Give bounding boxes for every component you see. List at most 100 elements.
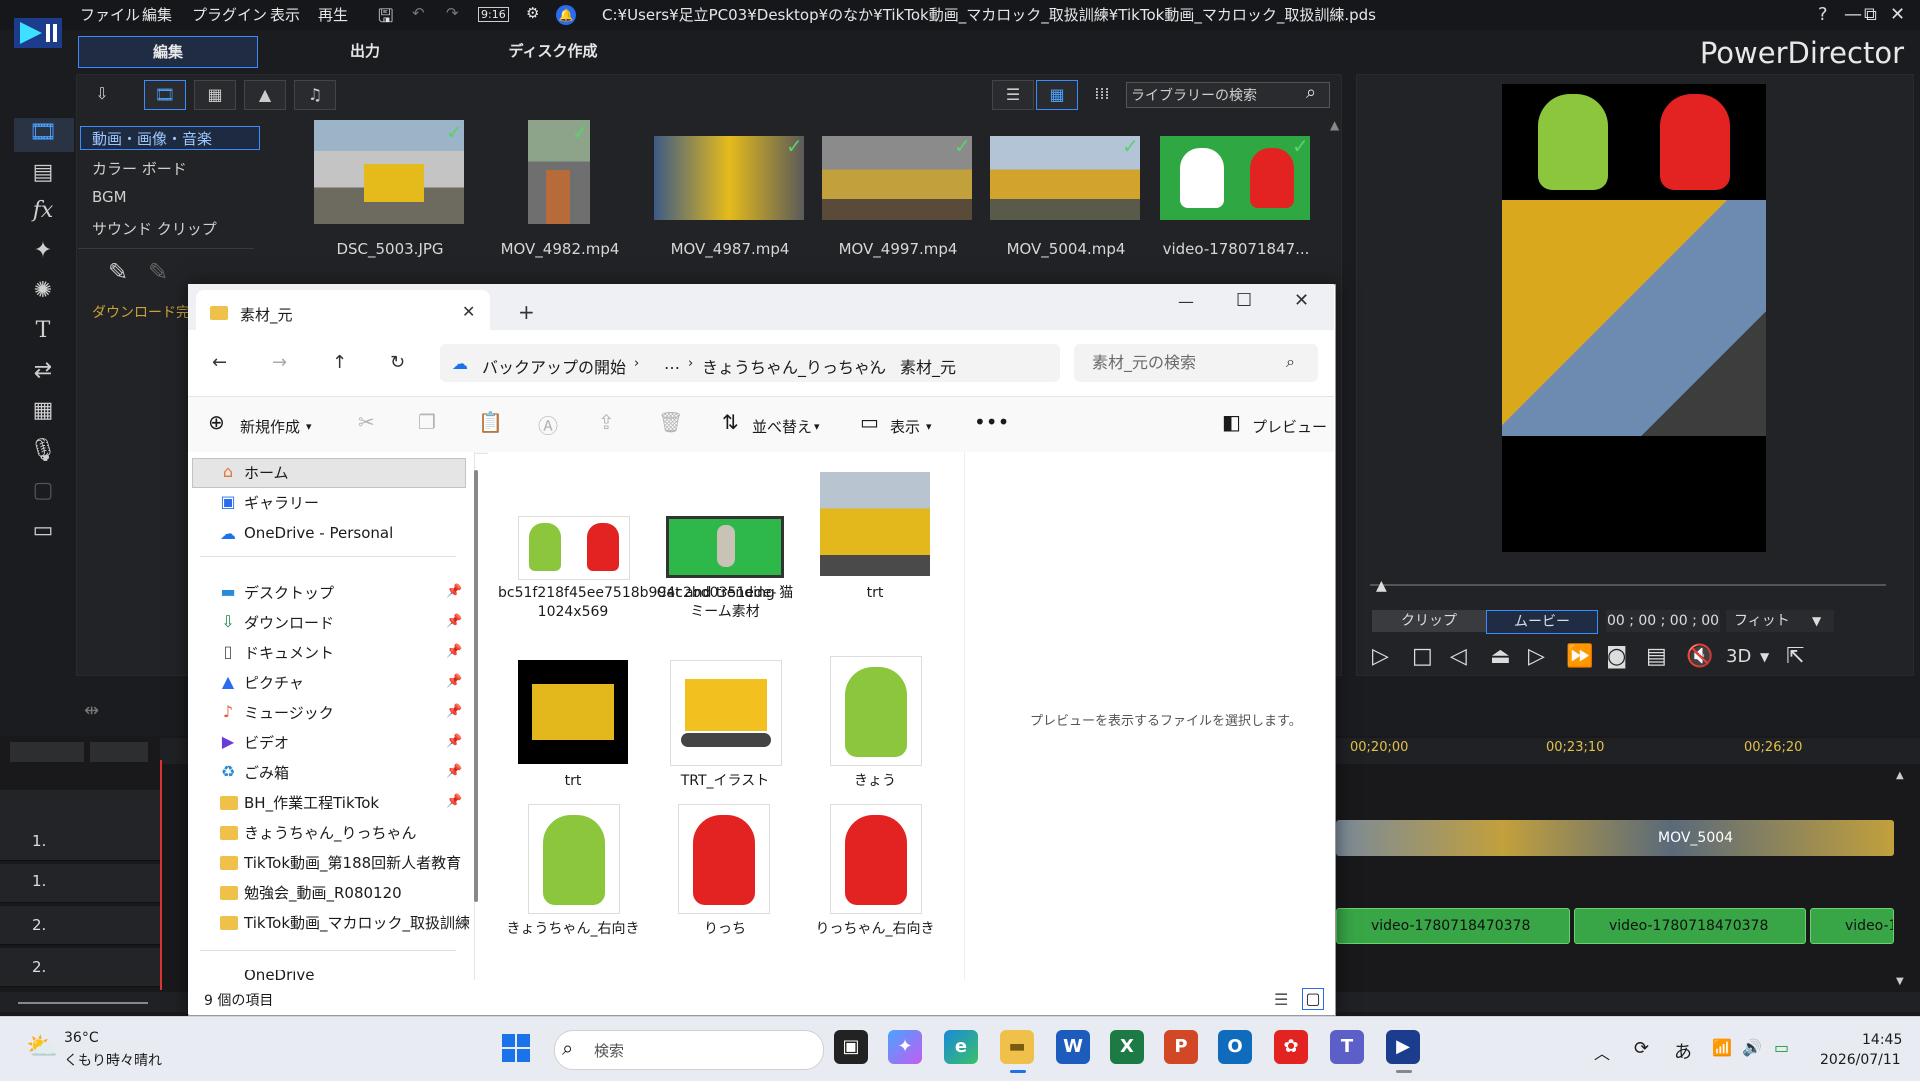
menu-view[interactable]: 表示 [270,4,300,25]
search-icon[interactable]: ⌕ [1306,82,1316,103]
filter-image-icon[interactable]: ▲ [244,80,286,110]
volume-icon[interactable]: 🔊 [1742,1038,1762,1057]
edge-icon[interactable]: e [944,1030,978,1064]
mute-icon[interactable]: 🔇 [1686,644,1713,669]
clip-mode-button[interactable]: クリップ [1372,610,1486,632]
chevron-down-icon[interactable]: ▾ [926,420,932,433]
menu-plugins[interactable]: プラグイン [192,4,267,25]
play-icon[interactable]: ▷ [1372,644,1389,669]
breadcrumb-item[interactable]: きょうちゃん_りっちゃん [702,354,886,378]
pip-icon[interactable]: ✦ [28,236,58,266]
nav-folder[interactable]: TikTok動画_マカロック_取扱訓練 [244,912,470,933]
next-frame-icon[interactable]: ▷ [1528,644,1545,669]
pin-icon[interactable]: 📌 [446,764,462,779]
timeline-video-clip[interactable]: video-1 [1810,908,1894,944]
nav-gallery[interactable]: ギャラリー [244,492,319,513]
file-thumbnail[interactable] [830,804,922,914]
menu-file[interactable]: ファイル [80,4,140,25]
library-item-label[interactable]: MOV_5004.mp4 [986,240,1146,258]
excel-icon[interactable]: X [1110,1030,1144,1064]
media-room-icon[interactable]: 🎞 [28,118,58,148]
transition-icon[interactable]: ⇄ [28,356,58,386]
clock-time[interactable]: 14:45 [1862,1032,1902,1048]
tag-icon[interactable]: ✎ [148,258,168,286]
file-thumbnail[interactable] [666,516,784,578]
timeline-video-clip[interactable]: MOV_5004 [1336,820,1894,856]
audio-mix-icon[interactable]: ▦ [28,396,58,426]
mode-3d-label[interactable]: 3D [1726,646,1751,667]
up-arrow-icon[interactable]: ↑ [332,352,347,373]
nav-onedrive[interactable]: OneDrive - Personal [244,524,393,542]
category-color-board[interactable]: カラー ボード [92,158,187,179]
file-name[interactable]: りっちゃん_右向き [800,920,950,939]
timeline-video-clip[interactable]: video-1780718470378 [1574,908,1806,944]
title-icon[interactable]: T [28,316,58,346]
subtitle-preview-icon[interactable]: ▤ [1646,644,1667,669]
scroll-up-icon[interactable]: ▲ [1330,118,1339,132]
nav-folder[interactable]: BH_作業工程TikTok [244,792,379,813]
nav-onedrive-bottom[interactable]: OneDrive [244,970,315,980]
file-thumbnail[interactable] [528,804,620,914]
file-name[interactable]: きょうちゃん_右向き [498,920,648,939]
breadcrumb-item[interactable]: バックアップの開始 [482,354,626,378]
settings-gear-icon[interactable]: ⚙ [526,4,539,22]
pin-icon[interactable]: 📌 [446,794,462,809]
nav-recycle-bin[interactable]: ごみ箱 [244,762,289,783]
thumbnail-view-icon[interactable]: ▦ [1036,80,1078,110]
grid-options-icon[interactable]: ⁞⁞⁞ [1082,80,1122,108]
nav-desktop[interactable]: デスクトップ [244,582,334,603]
category-sound-clip[interactable]: サウンド クリップ [92,218,217,239]
file-name[interactable]: trt [498,772,648,791]
file-name[interactable]: bc51f218f45ee7518b994c2bd0351ede-1024x56… [498,584,776,622]
pin-icon[interactable]: 📌 [446,614,462,629]
track-head-video-1[interactable] [0,822,160,861]
save-icon[interactable]: 🖫 [378,4,393,34]
explorer-search-input[interactable]: 素材_元の検索 [1074,344,1318,382]
preview-seekbar[interactable] [1370,584,1886,586]
preview-pane-icon[interactable]: ◧ [1222,410,1241,434]
chapter-icon[interactable]: ▢ [28,476,58,506]
voice-record-icon[interactable]: 🎙 [28,436,58,466]
forward-arrow-icon[interactable]: → [272,352,287,373]
library-item-label[interactable]: MOV_4987.mp4 [650,240,810,258]
category-bgm[interactable]: BGM [92,188,127,206]
timeline-video-clip[interactable]: video-1780718470378 [1336,908,1570,944]
import-media-icon[interactable]: ⇩ [82,80,122,108]
breadcrumb-item[interactable]: 素材_元 [900,354,956,378]
pin-icon[interactable]: 📌 [446,734,462,749]
delete-icon[interactable]: 🗑 [658,410,683,434]
help-icon[interactable]: ? [1818,4,1828,25]
scroll-down-icon[interactable]: ▼ [1896,976,1904,987]
maximize-icon[interactable]: ☐ [1236,290,1252,311]
file-explorer-icon[interactable]: ▬ [1000,1030,1034,1064]
track-head-audio-2[interactable] [0,948,160,987]
app-red-icon[interactable]: ✿ [1274,1030,1308,1064]
details-view-icon[interactable]: ☰ [1274,990,1288,1009]
nav-folder[interactable]: きょうちゃん_りっちゃん [244,822,417,843]
windows-start-icon[interactable] [502,1034,530,1062]
powerpoint-icon[interactable]: P [1164,1030,1198,1064]
pin-icon[interactable]: 📌 [446,704,462,719]
wifi-icon[interactable]: 📶 [1712,1038,1732,1057]
library-item-label[interactable]: MOV_4982.mp4 [480,240,640,258]
refresh-icon[interactable]: ↻ [390,352,405,373]
chevron-down-icon[interactable]: ▼ [1760,650,1769,664]
library-thumb[interactable] [654,136,804,220]
file-name[interactable]: trt [800,584,950,603]
copilot-icon[interactable]: ✦ [888,1030,922,1064]
rename-icon[interactable]: Ⓐ [538,410,558,439]
sort-button[interactable]: 並べ替え [752,416,812,437]
undo-icon[interactable]: ↶ [412,4,425,22]
preview-pane-button[interactable]: プレビュー [1252,416,1327,437]
file-name[interactable]: りっち [650,920,800,939]
large-icons-view-icon[interactable]: ▢ [1302,988,1324,1010]
file-thumbnail[interactable] [830,656,922,766]
track-manager-button[interactable] [10,742,84,762]
file-thumbnail[interactable] [670,660,782,766]
new-button[interactable]: 新規作成 [240,416,300,437]
playhead[interactable] [160,760,162,990]
nav-music[interactable]: ミュージック [244,702,334,723]
notification-bell-icon[interactable]: 🔔 [556,5,576,25]
movie-mode-button[interactable]: ムービー [1486,610,1598,634]
file-name[interactable]: Cat and trending 猫ミーム素材 [650,584,800,622]
